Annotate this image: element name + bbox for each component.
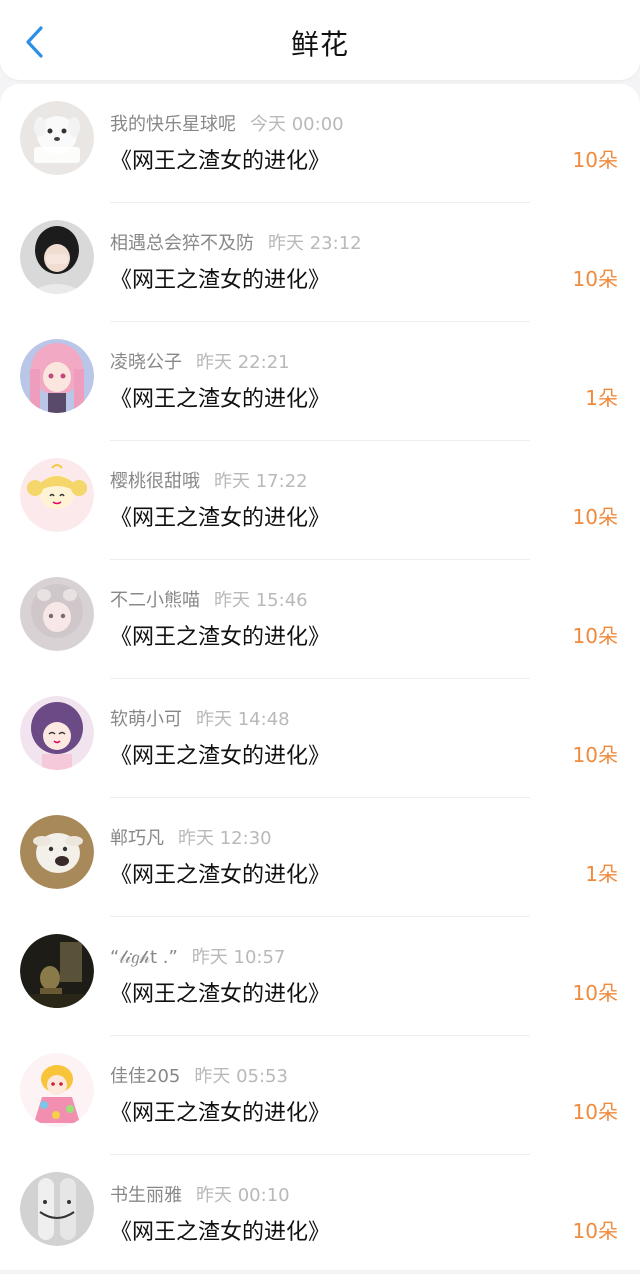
user-name[interactable]: 佳佳205	[110, 1066, 180, 1087]
flower-count: 1朵	[585, 862, 618, 886]
user-name[interactable]: 我的快乐星球呢	[110, 114, 236, 135]
book-title[interactable]: 《网王之渣女的进化》	[110, 976, 330, 1008]
user-name[interactable]: 樱桃很甜哦	[110, 471, 200, 492]
book-title[interactable]: 《网王之渣女的进化》	[110, 1095, 330, 1127]
flower-count: 10朵	[572, 267, 618, 291]
list-item[interactable]: 凌晓公子 昨天 22:21 《网王之渣女的进化》 1朵	[0, 322, 640, 441]
book-title[interactable]: 《网王之渣女的进化》	[110, 262, 330, 294]
user-name[interactable]: 相遇总会猝不及防	[110, 233, 254, 254]
item-meta: “𝓁𝒾𝑔𝒽t .” 昨天 10:57	[110, 943, 285, 969]
book-title[interactable]: 《网王之渣女的进化》	[110, 738, 330, 770]
timestamp: 昨天 12:30	[178, 828, 272, 849]
item-meta: 凌晓公子 昨天 22:21	[110, 348, 290, 374]
list-item[interactable]: 软萌小可 昨天 14:48 《网王之渣女的进化》 10朵	[0, 679, 640, 798]
list-item[interactable]: 书生丽雅 昨天 00:10 《网王之渣女的进化》 10朵	[0, 1155, 640, 1274]
item-meta: 佳佳205 昨天 05:53	[110, 1062, 288, 1088]
avatar[interactable]	[20, 815, 94, 889]
item-meta: 樱桃很甜哦 昨天 17:22	[110, 467, 308, 493]
flower-count: 10朵	[572, 1100, 618, 1124]
user-name[interactable]: 郸巧凡	[110, 828, 164, 849]
timestamp: 今天 00:00	[250, 114, 344, 135]
item-meta: 书生丽雅 昨天 00:10	[110, 1181, 290, 1207]
book-title[interactable]: 《网王之渣女的进化》	[110, 857, 330, 889]
timestamp: 昨天 00:10	[196, 1185, 290, 1206]
user-name[interactable]: 软萌小可	[110, 709, 182, 730]
flower-count: 10朵	[572, 505, 618, 529]
flower-count: 10朵	[572, 743, 618, 767]
page-title: 鲜花	[290, 28, 349, 61]
user-name[interactable]: “𝓁𝒾𝑔𝒽t .”	[110, 947, 178, 968]
flower-count: 10朵	[572, 981, 618, 1005]
list-item[interactable]: 佳佳205 昨天 05:53 《网王之渣女的进化》 10朵	[0, 1036, 640, 1155]
avatar[interactable]	[20, 577, 94, 651]
list-item[interactable]: 郸巧凡 昨天 12:30 《网王之渣女的进化》 1朵	[0, 798, 640, 917]
timestamp: 昨天 23:12	[268, 233, 362, 254]
avatar[interactable]	[20, 934, 94, 1008]
list-item[interactable]: “𝓁𝒾𝑔𝒽t .” 昨天 10:57 《网王之渣女的进化》 10朵	[0, 917, 640, 1036]
user-name[interactable]: 书生丽雅	[110, 1185, 182, 1206]
user-name[interactable]: 不二小熊喵	[110, 590, 200, 611]
avatar[interactable]	[20, 101, 94, 175]
item-meta: 郸巧凡 昨天 12:30	[110, 824, 272, 850]
flower-count: 10朵	[572, 148, 618, 172]
flower-count: 10朵	[572, 624, 618, 648]
avatar[interactable]	[20, 220, 94, 294]
avatar[interactable]	[20, 1053, 94, 1127]
timestamp: 昨天 14:48	[196, 709, 290, 730]
avatar[interactable]	[20, 339, 94, 413]
book-title[interactable]: 《网王之渣女的进化》	[110, 619, 330, 651]
item-meta: 不二小熊喵 昨天 15:46	[110, 586, 308, 612]
timestamp: 昨天 10:57	[191, 947, 286, 968]
avatar[interactable]	[20, 1172, 94, 1246]
item-meta: 软萌小可 昨天 14:48	[110, 705, 290, 731]
list-item[interactable]: 我的快乐星球呢 今天 00:00 《网王之渣女的进化》 10朵	[0, 84, 640, 203]
user-name[interactable]: 凌晓公子	[110, 352, 182, 373]
book-title[interactable]: 《网王之渣女的进化》	[110, 500, 330, 532]
top-bar: 鲜花	[0, 0, 640, 80]
book-title[interactable]: 《网王之渣女的进化》	[110, 143, 330, 175]
book-title[interactable]: 《网王之渣女的进化》	[110, 381, 330, 413]
avatar[interactable]	[20, 696, 94, 770]
item-meta: 相遇总会猝不及防 昨天 23:12	[110, 229, 362, 255]
list-item[interactable]: 相遇总会猝不及防 昨天 23:12 《网王之渣女的进化》 10朵	[0, 203, 640, 322]
flower-count: 10朵	[572, 1219, 618, 1243]
flower-count: 1朵	[585, 386, 618, 410]
book-title[interactable]: 《网王之渣女的进化》	[110, 1214, 330, 1246]
item-meta: 我的快乐星球呢 今天 00:00	[110, 110, 344, 136]
flower-list: 我的快乐星球呢 今天 00:00 《网王之渣女的进化》 10朵 相遇总会猝不及防昨…	[0, 84, 640, 1270]
timestamp: 昨天 05:53	[194, 1066, 288, 1087]
avatar[interactable]	[20, 458, 94, 532]
timestamp: 昨天 15:46	[214, 590, 308, 611]
list-item[interactable]: 樱桃很甜哦 昨天 17:22 《网王之渣女的进化》 10朵	[0, 441, 640, 560]
list-item[interactable]: 不二小熊喵 昨天 15:46 《网王之渣女的进化》 10朵	[0, 560, 640, 679]
timestamp: 昨天 22:21	[196, 352, 290, 373]
timestamp: 昨天 17:22	[214, 471, 308, 492]
